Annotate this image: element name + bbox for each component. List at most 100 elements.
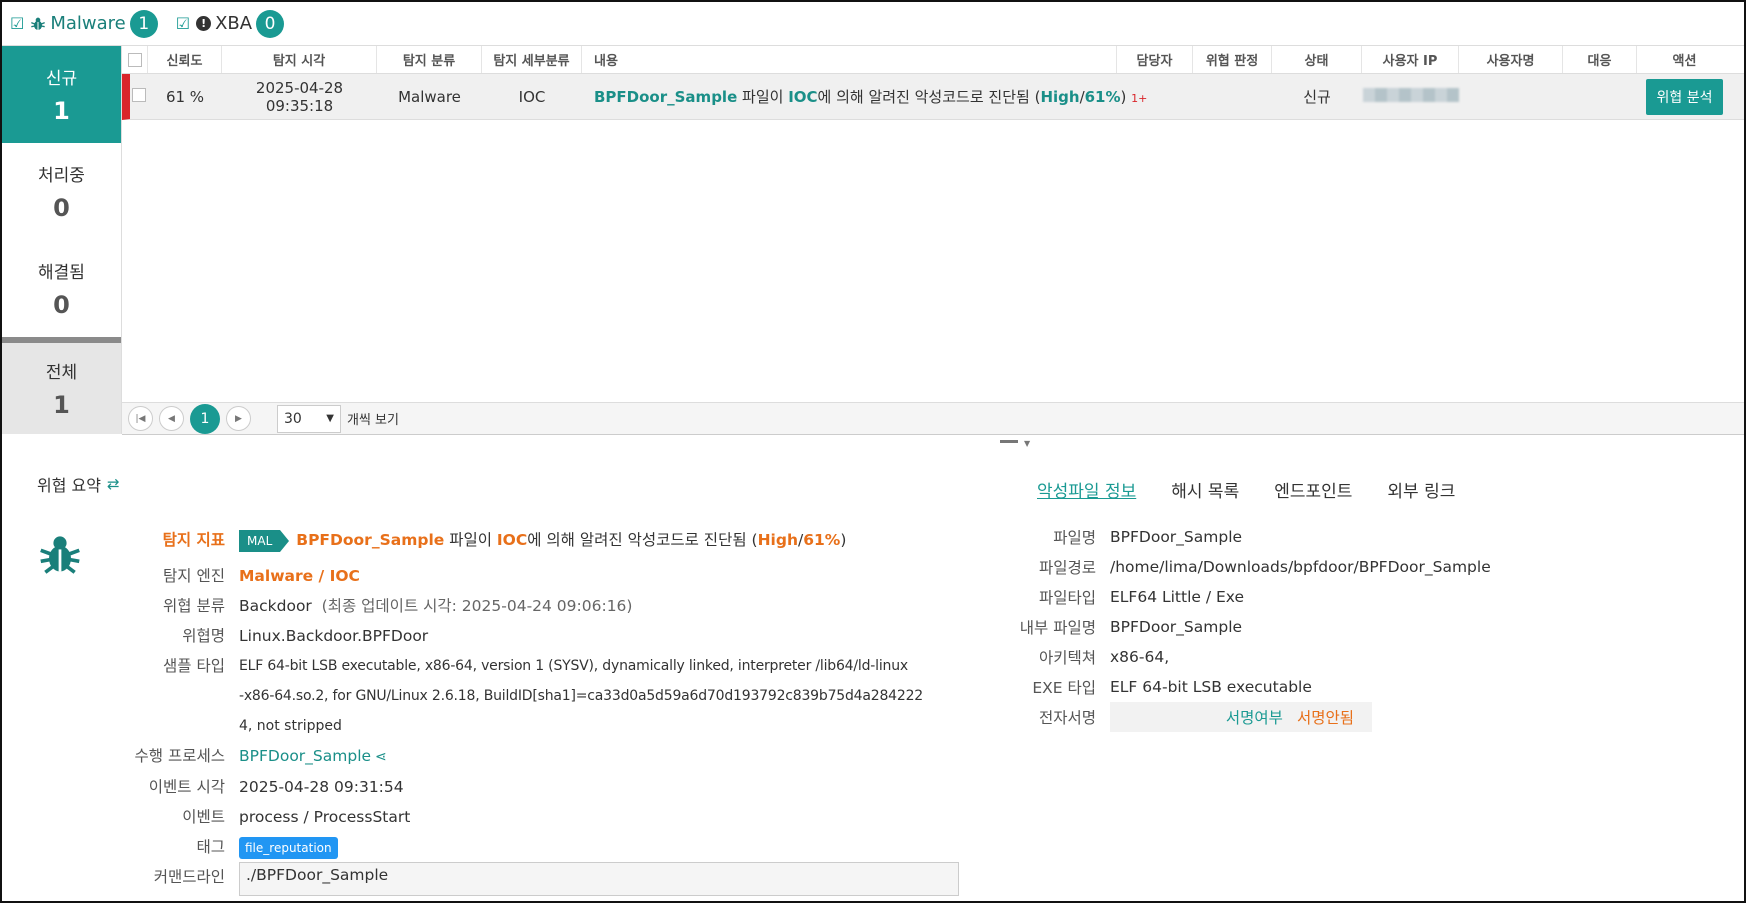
signature-label: 서명여부 [1225, 709, 1283, 727]
file-name-text: BPFDoor_Sample [296, 531, 445, 549]
checkbox-checked-icon[interactable]: ☑ [176, 14, 190, 33]
cmdline-box[interactable]: ./BPFDoor_Sample [239, 862, 959, 896]
file-name-link[interactable]: BPFDoor_Sample [594, 88, 737, 106]
col-response[interactable]: 대응 [1563, 46, 1637, 73]
field-value: ELF 64-bit LSB executable, x86-64, versi… [239, 651, 982, 741]
section-title: 위협 요약 ⇄ [37, 472, 120, 496]
tab-hash-list[interactable]: 해시 목록 [1171, 477, 1239, 502]
checkbox-checked-icon[interactable]: ☑ [10, 14, 24, 33]
field-value: ELF 64-bit LSB executable [1110, 678, 1312, 696]
col-assignee[interactable]: 담당자 [1117, 46, 1193, 73]
field-label: 위협명 [182, 627, 225, 645]
status-count: 0 [53, 194, 70, 222]
filter-xba[interactable]: ☑ ! XBA 0 [176, 9, 285, 38]
field-label: 파일명 [1053, 529, 1096, 547]
field-value: Linux.Backdoor.BPFDoor [239, 627, 429, 645]
content-text: 에 의해 알려진 악성코드로 진단됨 ( [817, 88, 1041, 106]
page-size-select[interactable]: 30 ▼ [277, 404, 341, 433]
level-text: High [1040, 88, 1080, 106]
col-username[interactable]: 사용자명 [1459, 46, 1563, 73]
col-content[interactable]: 내용 [582, 46, 1117, 73]
filter-bar: ☑ Malware 1 ☑ ! XBA 0 [2, 2, 1744, 46]
sample-type-line: ELF 64-bit LSB executable, x86-64, versi… [239, 658, 908, 674]
field-label: 파일경로 [1038, 559, 1096, 577]
close-paren-text: ) [1120, 88, 1127, 106]
cell-user-ip [1362, 87, 1459, 106]
close-paren-text: ) [840, 531, 847, 549]
file-name-link[interactable]: BPFDoor_Sample [1110, 528, 1702, 546]
next-page-icon[interactable]: ▶ [226, 406, 251, 431]
field-event-time: 이벤트 시각 2025-04-28 09:31:54 [102, 772, 982, 802]
cell-action: 위협 분석 [1637, 78, 1732, 115]
field-label: 이벤트 시각 [148, 778, 225, 796]
field-threat-class: 위협 분류 Backdoor (최종 업데이트 시각: 2025-04-24 0… [102, 591, 982, 621]
status-in-progress[interactable]: 처리중 0 [2, 143, 121, 240]
section-title-text: 위협 요약 [37, 476, 101, 495]
status-total[interactable]: 전체 1 [2, 337, 121, 434]
field-internal-name: 내부 파일명 BPFDoor_Sample [1002, 612, 1702, 642]
refresh-icon[interactable]: ⇄ [107, 475, 120, 493]
cell-time: 2025-04-28 09:35:18 [255, 78, 344, 115]
col-action[interactable]: 액션 [1637, 46, 1732, 73]
threat-analysis-button[interactable]: 위협 분석 [1645, 78, 1724, 115]
col-status[interactable]: 상태 [1272, 46, 1362, 73]
field-value: process / ProcessStart [239, 808, 411, 826]
tab-external-link[interactable]: 외부 링크 [1387, 477, 1455, 502]
status-resolved[interactable]: 해결됨 0 [2, 240, 121, 337]
bug-icon [40, 536, 80, 574]
status-label: 전체 [45, 363, 78, 383]
process-link[interactable]: BPFDoor_Sample [239, 747, 371, 765]
field-value: Backdoor (최종 업데이트 시각: 2025-04-24 09:06:1… [239, 591, 982, 621]
col-time[interactable]: 탐지 시각 [222, 46, 377, 73]
tab-malware-file-info[interactable]: 악성파일 정보 [1037, 477, 1136, 502]
indicator-text: 에 의해 알려진 악성코드로 진단됨 ( [527, 531, 758, 549]
share-icon[interactable]: ⋖ [375, 749, 387, 765]
exclamation-icon: ! [196, 16, 212, 31]
field-process: 수행 프로세스 BPFDoor_Sample ⋖ [102, 741, 982, 772]
pane-splitter[interactable]: ▼ [1000, 439, 1040, 448]
col-confidence[interactable]: 신뢰도 [148, 46, 222, 73]
drag-handle-icon[interactable] [1000, 440, 1018, 443]
field-file-name: 파일명 BPFDoor_Sample [1002, 522, 1702, 552]
filter-count-badge: 1 [129, 9, 158, 38]
col-user-ip[interactable]: 사용자 IP [1362, 46, 1459, 73]
cell-content[interactable]: BPFDoor_Sample 파일이 IOC에 의해 알려진 악성코드로 진단됨… [582, 86, 1147, 107]
level-text: High [757, 531, 798, 549]
filter-label: XBA [215, 13, 253, 34]
field-sample-type: 샘플 타입 ELF 64-bit LSB executable, x86-64,… [102, 651, 982, 741]
field-signature: 전자서명 서명여부 서명안됨 [1002, 702, 1702, 732]
current-page[interactable]: 1 [190, 403, 220, 434]
sample-type-line: -x86-64.so.2, for GNU/Linux 2.6.18, Buil… [239, 688, 924, 704]
tab-endpoint[interactable]: 엔드포인트 [1274, 477, 1352, 502]
cell-status: 신규 [1303, 88, 1331, 106]
table-row[interactable]: 61 % 2025-04-28 09:35:18 Malware IOC BPF… [122, 74, 1744, 120]
row-checkbox[interactable] [132, 87, 146, 102]
tag-badge[interactable]: file_reputation [239, 836, 338, 859]
field-label: 수행 프로세스 [134, 747, 226, 765]
field-value: ./BPFDoor_Sample [239, 862, 982, 896]
col-category[interactable]: 탐지 분류 [377, 46, 482, 73]
field-value: 2025-04-28 09:31:54 [239, 778, 404, 796]
field-threat-name: 위협명 Linux.Backdoor.BPFDoor [102, 621, 982, 651]
prev-page-icon[interactable]: ◀ [159, 406, 184, 431]
status-new[interactable]: 신규 1 [2, 46, 121, 143]
field-event: 이벤트 process / ProcessStart [102, 802, 982, 832]
field-value: Malware / IOC [239, 567, 360, 585]
field-value: /home/lima/Downloads/bpfdoor/BPFDoor_Sam… [1110, 558, 1491, 576]
threat-fields: 탐지 지표 MAL BPFDoor_Sample 파일이 IOC에 의해 알려진 … [102, 525, 982, 896]
field-value: ELF64 Little / Exe [1110, 588, 1245, 606]
threat-class-value: Backdoor [239, 597, 312, 615]
sample-type-line: 4, not stripped [239, 718, 342, 734]
cell-category: Malware [398, 87, 461, 106]
first-page-icon[interactable]: |◀ [128, 406, 153, 431]
select-all-checkbox[interactable] [127, 52, 142, 67]
filter-malware[interactable]: ☑ Malware 1 [10, 9, 158, 38]
col-subcategory[interactable]: 탐지 세부분류 [482, 46, 582, 73]
extra-count: 1+ [1131, 92, 1148, 105]
col-verdict[interactable]: 위협 판정 [1193, 46, 1272, 73]
field-label: 샘플 타입 [163, 657, 225, 675]
page-size-value: 30 [284, 410, 302, 427]
status-panel: 신규 1 처리중 0 해결됨 0 전체 1 [2, 46, 122, 434]
field-label: 탐지 지표 [162, 531, 225, 549]
detail-tabs: 악성파일 정보 해시 목록 엔드포인트 외부 링크 [1037, 477, 1490, 502]
